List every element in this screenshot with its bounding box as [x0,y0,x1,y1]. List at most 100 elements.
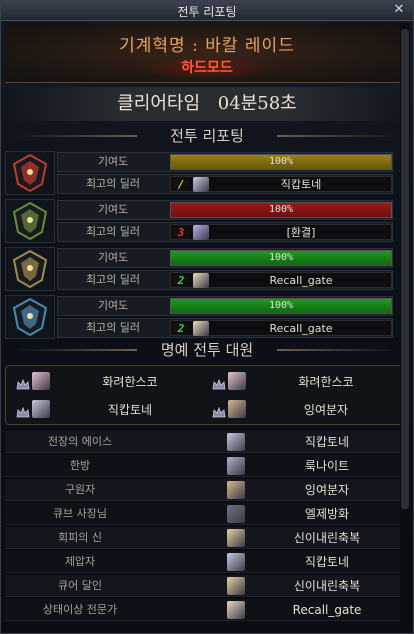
title-award-label: 한방 [69,459,91,472]
raid-name: 기계혁명 : 바칼 레이드 [119,36,295,56]
title-award-row[interactable]: 큐브 사장님 엘제방화 [5,503,409,525]
title-award-row[interactable]: 큐어 달인 신이내린축복 [5,575,409,597]
title-award-row[interactable]: 상태이상 전문가 Recall_gate [5,599,409,621]
avatar [193,273,209,288]
avatar [227,529,245,547]
contribution-label: 기여도 [97,299,129,312]
battle-report-window: 전투 리포팅 ✕ 기계혁명 : 바칼 레이드 하드모드 클리어타임 04분58초… [0,0,414,634]
party-block: 기여도 100% 최고의 딜러 2 Recall_gate [3,295,393,339]
top-dealer-row: 최고의 딜러 3 [환결] [57,222,393,242]
avatar [32,400,50,418]
top-dealer[interactable]: 3 [환결] [170,224,392,240]
honor-member[interactable]: 화려한스코 [10,370,206,394]
title-award-row[interactable]: 구원자 잉여분자 [5,479,409,501]
avatar [228,372,246,390]
avatar [193,177,209,192]
party-block: 기여도 100% 최고의 딜러 3 [환결] [3,199,393,243]
honor-members-box: 화려한스코 화려한스코직캅토네 잉여분자 [5,365,409,425]
contribution-row: 기여도 100% [57,248,393,268]
party-block: 기여도 100% 최고의 딜러 2 Recall_gate [3,247,393,291]
honor-member[interactable]: 화려한스코 [206,370,402,394]
top-dealer-name: Recall_gate [269,274,333,287]
top-dealer-label: 최고의 딜러 [85,273,141,286]
contribution-value: 100% [268,252,294,263]
report-header-text: 전투 리포팅 [170,127,244,145]
avatar [227,481,245,499]
title-award-row[interactable]: 한방 룩나이트 [5,455,409,477]
contribution-bar: 100% [170,250,392,266]
avatar [227,577,245,595]
ornament-right [277,135,397,137]
title-award-name: 직캅토네 [304,435,350,449]
honor-member-name: 화려한스코 [102,375,158,389]
contribution-bar: 100% [170,298,392,314]
avatar [227,601,245,619]
title-award-row[interactable]: 제압자 직캅토네 [5,551,409,573]
rank-badge: 2 [173,274,189,287]
honor-member-name: 직캅토네 [107,403,153,417]
rank-badge: 2 [173,322,189,335]
top-dealer[interactable]: 2 Recall_gate [170,272,392,288]
avatar [227,457,245,475]
party-block: 기여도 100% 최고의 딜러 / 직캅토네 [3,151,393,195]
rank-badge: 3 [173,226,189,239]
contribution-label: 기여도 [97,155,129,168]
clear-time-label: 클리어타임 [117,93,201,114]
honor-member[interactable]: 직캅토네 [10,398,206,422]
honor-header: 명예 전투 대원 [5,339,409,361]
title-awards-list: 전장의 에이스 직캅토네 한방 룩나이트 구원자 잉여분자 큐브 사장님 엘제방화 회피의 신신… [5,431,409,631]
honor-member[interactable]: 잉여분자 [206,398,402,422]
top-dealer-row: 최고의 딜러 2 Recall_gate [57,318,393,338]
crown-icon [212,376,226,390]
contribution-row: 기여도 100% [57,152,393,172]
crown-icon [212,404,226,418]
contribution-label: 기여도 [97,251,129,264]
close-icon[interactable]: ✕ [391,2,407,18]
title-award-row[interactable]: 전장의 에이스 직캅토네 [5,431,409,453]
top-dealer[interactable]: 2 Recall_gate [170,320,392,336]
crown-icon [16,376,30,390]
top-dealer-label: 최고의 딜러 [85,177,141,190]
contribution-row: 기여도 100% [57,296,393,316]
top-dealer-name: [환결] [286,226,316,239]
raid-banner: 기계혁명 : 바칼 레이드 하드모드 [5,23,409,83]
avatar [227,433,245,451]
top-dealer[interactable]: / 직캅토네 [170,176,392,192]
title-award-label: 제압자 [64,555,96,568]
title-award-name: 신이내린축복 [293,531,361,545]
title-award-row[interactable]: 회피의 신 신이내린축복 [5,527,409,549]
honor-member-name: 잉여분자 [303,403,349,417]
contribution-row: 기여도 100% [57,200,393,220]
title-award-name: 직캅토네 [304,555,350,569]
rank-badge: / [173,178,189,191]
contribution-value: 100% [268,156,294,167]
top-dealer-name: Recall_gate [269,322,333,335]
gold-horn-crest-icon [5,247,55,291]
scrollbar[interactable] [400,23,410,631]
ornament-left [17,349,137,351]
title-award-name: 신이내린축복 [293,579,361,593]
avatar [32,372,50,390]
crown-icon [16,404,30,418]
title-bar[interactable]: 전투 리포팅 ✕ [1,1,413,21]
title-award-label: 큐브 사장님 [52,507,108,520]
title-award-label: 구원자 [64,483,96,496]
top-dealer-row: 최고의 딜러 2 Recall_gate [57,270,393,290]
window-title: 전투 리포팅 [177,5,237,19]
scrollbar-thumb[interactable] [401,29,409,509]
report-header: 전투 리포팅 [5,125,409,147]
blue-ice-crest-icon [5,295,55,339]
title-award-name: Recall_gate [292,603,362,617]
contribution-bar: 100% [170,202,392,218]
avatar [193,225,209,240]
title-award-name: 엘제방화 [304,507,350,521]
avatar [227,505,245,523]
red-demon-crest-icon [5,151,55,195]
honor-member-name: 화려한스코 [298,375,354,389]
ornament-right [277,349,397,351]
difficulty-mode: 하드모드 [145,57,269,79]
avatar [227,553,245,571]
title-award-label: 회피의 신 [58,531,102,544]
honor-header-text: 명예 전투 대원 [160,341,254,359]
contribution-value: 100% [268,300,294,311]
